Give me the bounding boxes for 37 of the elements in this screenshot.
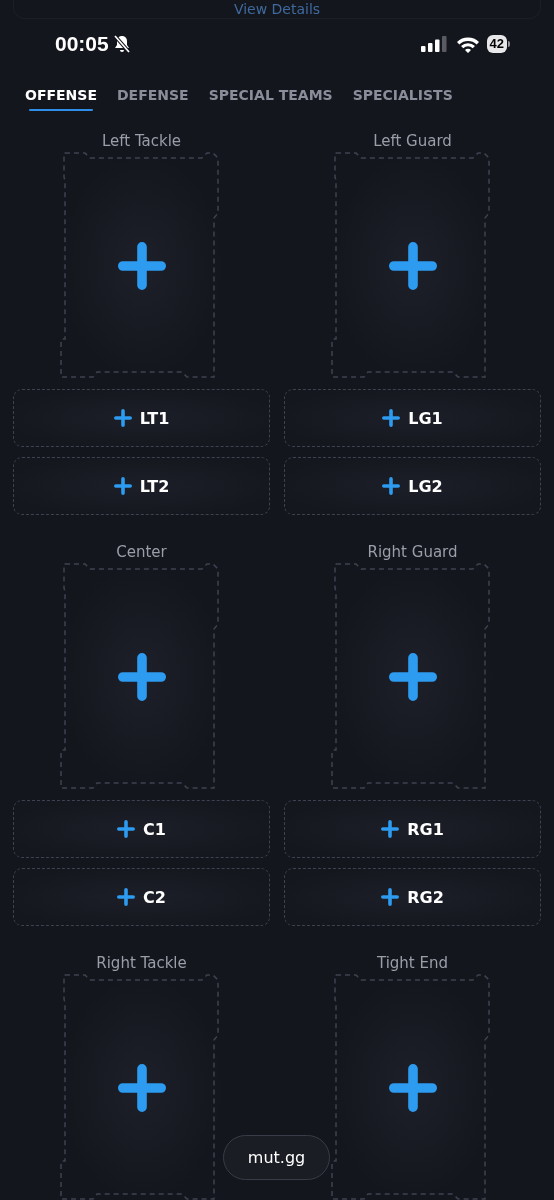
site-pill-button[interactable]: mut.gg xyxy=(223,1135,330,1180)
plus-icon xyxy=(388,242,437,290)
plus-icon xyxy=(117,820,136,838)
add-slot-button[interactable]: LG1 xyxy=(284,389,541,447)
add-slot-button[interactable]: RG1 xyxy=(284,800,541,858)
plus-icon xyxy=(113,477,132,495)
signal-icon xyxy=(420,36,449,52)
add-slot-button[interactable]: C2 xyxy=(13,868,270,926)
plus-icon xyxy=(388,1064,437,1112)
plus-icon xyxy=(381,888,400,906)
battery-level: 42 xyxy=(486,35,507,53)
position-label: Right Guard xyxy=(367,542,458,562)
plus-icon xyxy=(388,653,437,701)
position-label: Left Tackle xyxy=(101,131,182,151)
add-slot-button[interactable]: RG2 xyxy=(284,868,541,926)
add-slot-button[interactable]: C1 xyxy=(13,800,270,858)
wifi-icon xyxy=(455,35,480,53)
status-time: 00:05 xyxy=(55,32,109,56)
tab[interactable]: SPECIALISTS xyxy=(352,87,453,111)
add-slot-button[interactable]: LG2 xyxy=(284,457,541,515)
plus-icon xyxy=(117,888,136,906)
plus-icon xyxy=(113,409,132,427)
plus-icon xyxy=(117,242,166,290)
add-slot-button[interactable]: LT2 xyxy=(13,457,270,515)
position-label: Tight End xyxy=(376,953,449,973)
plus-icon xyxy=(117,653,166,701)
tab[interactable]: OFFENSE xyxy=(25,87,97,111)
plus-icon xyxy=(117,1064,166,1112)
position-label: Right Tackle xyxy=(96,953,187,973)
position-label: Center xyxy=(116,542,167,562)
plus-icon xyxy=(382,477,401,495)
tab[interactable]: SPECIAL TEAMS xyxy=(208,87,333,111)
add-slot-button[interactable]: LT1 xyxy=(13,389,270,447)
position-label: Left Guard xyxy=(373,131,452,151)
plus-icon xyxy=(382,409,401,427)
tab[interactable]: DEFENSE xyxy=(116,87,189,111)
plus-icon xyxy=(381,820,400,838)
